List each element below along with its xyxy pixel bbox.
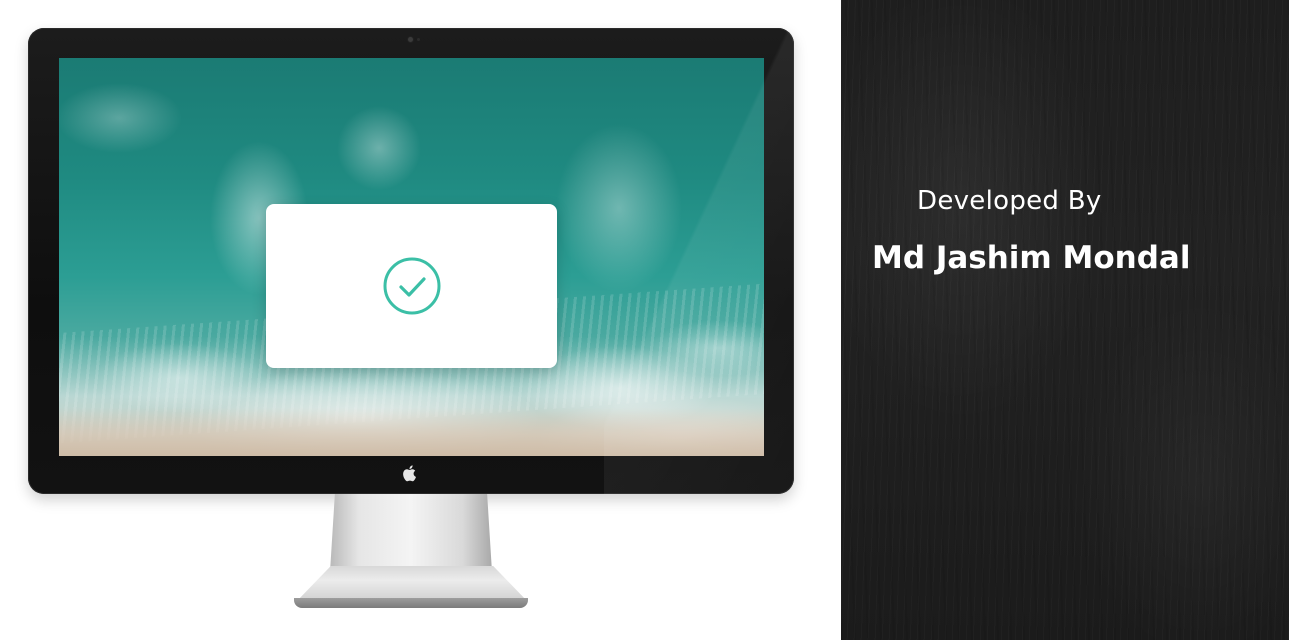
monitor-stand <box>330 494 492 572</box>
developer-name: Md Jashim Mondal <box>872 240 1191 276</box>
monitor <box>28 28 794 494</box>
monitor-screen <box>59 58 764 456</box>
developed-by-label: Developed By <box>917 186 1102 216</box>
credits-panel: Developed By Md Jashim Mondal <box>841 0 1289 640</box>
monitor-stand-base <box>296 566 528 602</box>
shoreline <box>59 408 764 456</box>
monitor-stand-foot <box>294 598 528 608</box>
camera-icon <box>408 37 413 42</box>
monitor-showcase-area <box>0 0 841 640</box>
apple-logo-icon <box>403 465 416 482</box>
check-circle-icon <box>383 257 440 315</box>
camera-indicator <box>417 38 420 41</box>
success-modal <box>266 204 557 368</box>
